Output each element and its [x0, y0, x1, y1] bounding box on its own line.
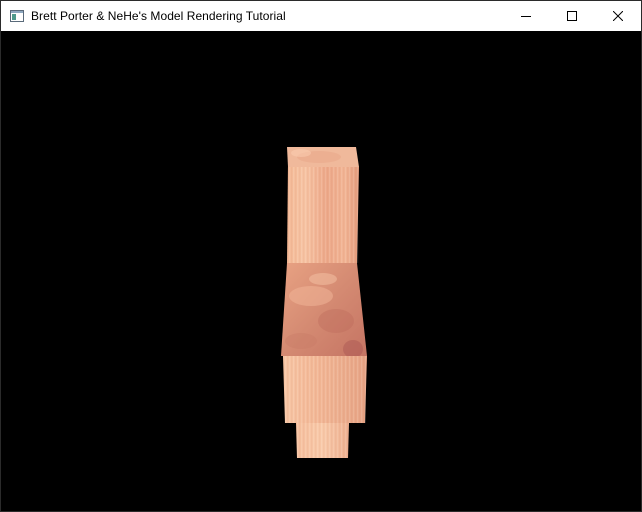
title-bar[interactable]: Brett Porter & NeHe's Model Rendering Tu… — [1, 1, 641, 31]
application-window: Brett Porter & NeHe's Model Rendering Tu… — [0, 0, 642, 512]
rendered-model — [281, 147, 367, 458]
maximize-icon — [567, 11, 577, 21]
opengl-viewport[interactable] — [1, 31, 641, 511]
window-title: Brett Porter & NeHe's Model Rendering Tu… — [31, 9, 286, 23]
close-icon — [613, 11, 623, 21]
maximize-button[interactable] — [549, 1, 595, 31]
caption-buttons — [503, 1, 641, 31]
minimize-icon — [521, 16, 531, 17]
application-window-icon — [10, 10, 24, 22]
minimize-button[interactable] — [503, 1, 549, 31]
close-button[interactable] — [595, 1, 641, 31]
